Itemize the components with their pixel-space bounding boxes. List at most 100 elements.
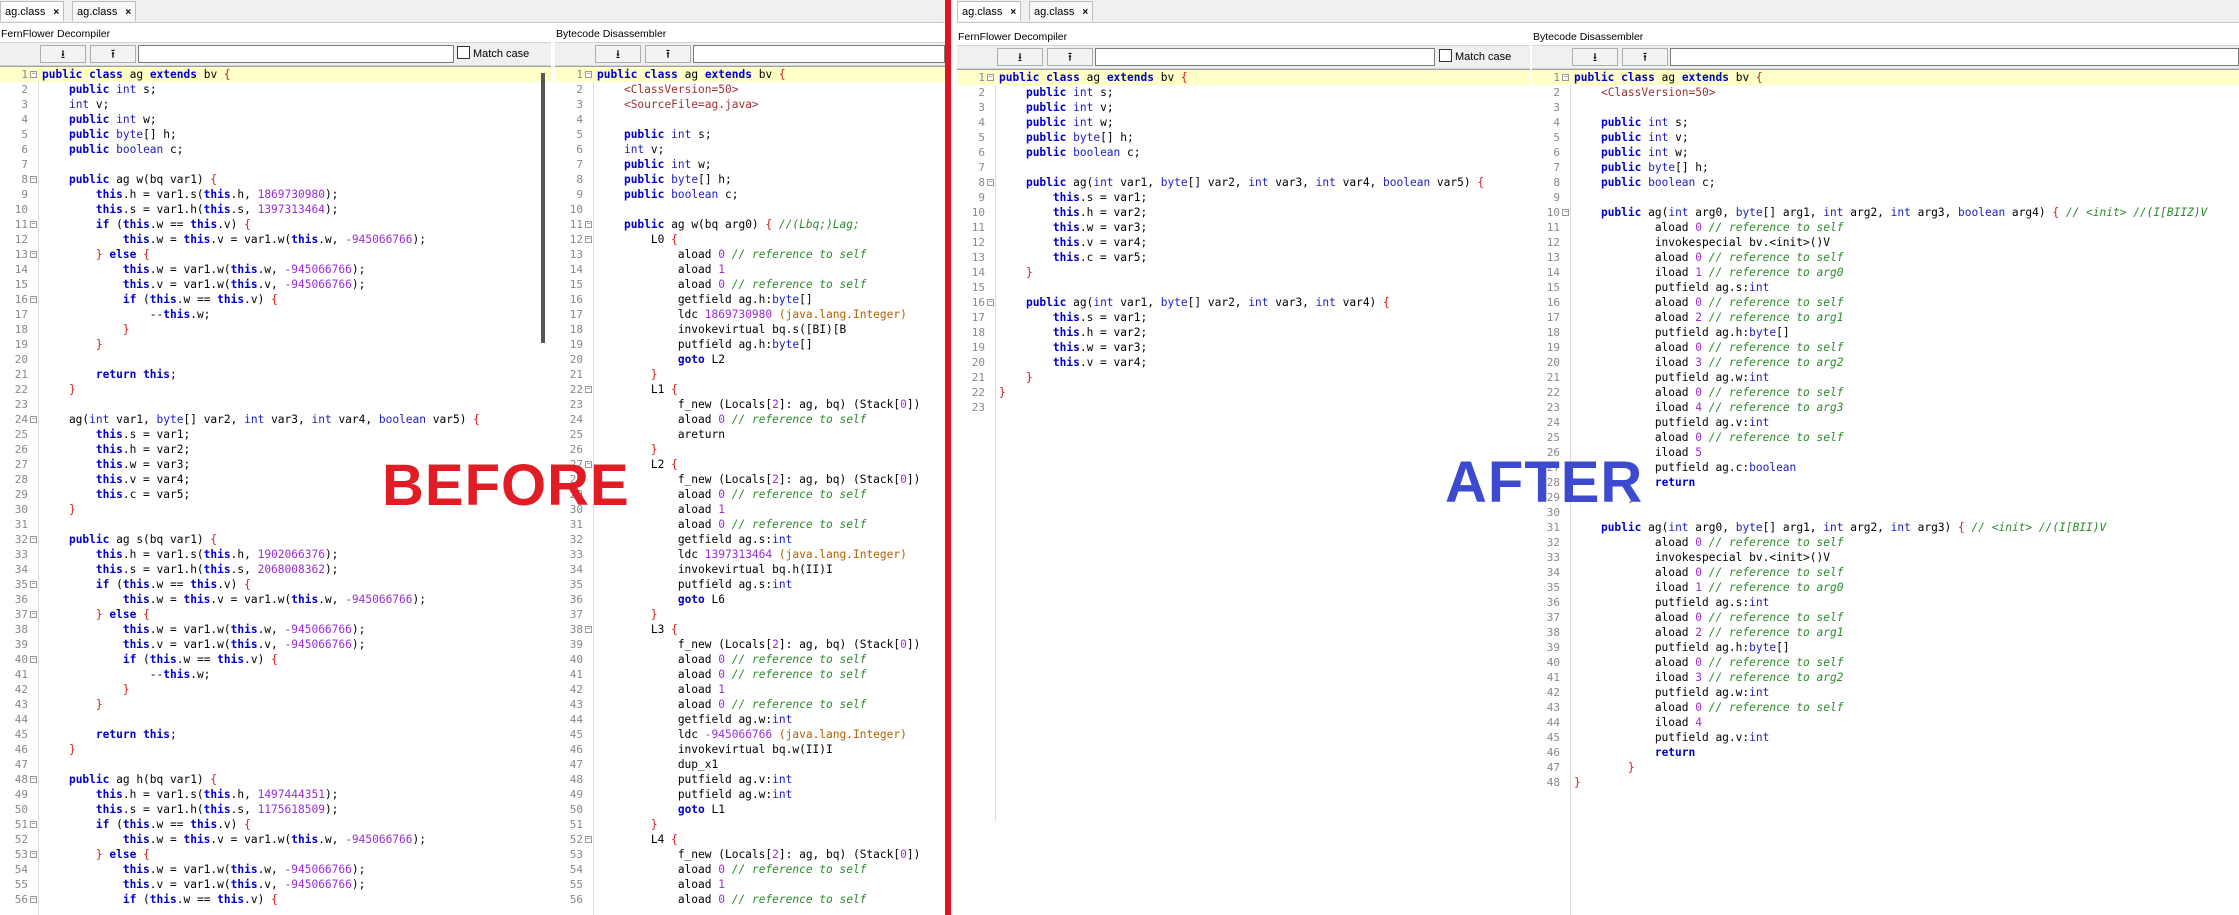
scrollbar[interactable] — [541, 73, 545, 343]
code-line[interactable]: 34 invokevirtual bq.h(II)I — [555, 562, 945, 577]
code-line[interactable]: 16− if (this.w == this.v) { — [0, 292, 551, 307]
code-line[interactable]: 23 — [0, 397, 551, 412]
checkbox-icon[interactable] — [1439, 49, 1452, 62]
code-line[interactable]: 38 this.w = var1.w(this.w, -945066766); — [0, 622, 551, 637]
code-line[interactable]: 31 aload 0 // reference to self — [555, 517, 945, 532]
fold-toggle-icon[interactable]: − — [30, 821, 37, 828]
code-editor[interactable]: 1− public class ag extends bv {2 public i… — [957, 69, 1530, 821]
code-line[interactable]: 23 — [957, 400, 1530, 415]
code-line[interactable]: 19 aload 0 // reference to self — [1532, 340, 2239, 355]
code-line[interactable]: 39 putfield ag.h:byte[] — [1532, 640, 2239, 655]
code-line[interactable]: 9 — [1532, 190, 2239, 205]
search-input[interactable] — [1095, 48, 1435, 66]
code-line[interactable]: 14 } — [957, 265, 1530, 280]
code-line[interactable]: 53 f_new (Locals[2]: ag, bq) (Stack[0]) — [555, 847, 945, 862]
code-line[interactable]: 34 this.s = var1.h(this.s, 2068008362); — [0, 562, 551, 577]
code-line[interactable]: 18 putfield ag.h:byte[] — [1532, 325, 2239, 340]
code-line[interactable]: 38− L3 { — [555, 622, 945, 637]
code-line[interactable]: 7 public int w; — [555, 157, 945, 172]
code-line[interactable]: 18 invokevirtual bq.s([BI)[B — [555, 322, 945, 337]
code-line[interactable]: 46 invokevirtual bq.w(II)I — [555, 742, 945, 757]
code-line[interactable]: 35 iload 1 // reference to arg0 — [1532, 580, 2239, 595]
code-line[interactable]: 21 return this; — [0, 367, 551, 382]
code-line[interactable]: 49 this.h = var1.s(this.h, 1497444351); — [0, 787, 551, 802]
code-line[interactable]: 2 public int s; — [0, 82, 551, 97]
code-line[interactable]: 33 invokespecial bv.<init>()V — [1532, 550, 2239, 565]
fold-toggle-icon[interactable]: − — [1562, 74, 1569, 81]
code-line[interactable]: 6 public boolean c; — [957, 145, 1530, 160]
code-line[interactable]: 4 public int w; — [957, 115, 1530, 130]
code-line[interactable]: 5 public int v; — [1532, 130, 2239, 145]
tab-ag-class-1[interactable]: ag.class × — [0, 1, 65, 21]
code-line[interactable]: 43 } — [0, 697, 551, 712]
code-line[interactable]: 47 dup_x1 — [555, 757, 945, 772]
code-line[interactable]: 35 putfield ag.s:int — [555, 577, 945, 592]
fold-toggle-icon[interactable]: − — [1562, 209, 1569, 216]
fold-toggle-icon[interactable]: − — [30, 656, 37, 663]
code-line[interactable]: 11 this.w = var3; — [957, 220, 1530, 235]
fold-toggle-icon[interactable]: − — [585, 626, 592, 633]
code-line[interactable]: 24− ag(int var1, byte[] var2, int var3, … — [0, 412, 551, 427]
code-line[interactable]: 56 aload 0 // reference to self — [555, 892, 945, 907]
close-icon[interactable]: × — [125, 7, 131, 18]
code-line[interactable]: 41 iload 3 // reference to arg2 — [1532, 670, 2239, 685]
code-area[interactable]: 1− public class ag extends bv {2 public i… — [957, 70, 1530, 821]
fold-toggle-icon[interactable]: − — [30, 71, 37, 78]
code-line[interactable]: 15 aload 0 // reference to self — [555, 277, 945, 292]
code-line[interactable]: 8 public byte[] h; — [555, 172, 945, 187]
match-case-checkbox[interactable]: Match case — [1439, 49, 1511, 65]
code-line[interactable]: 20 — [0, 352, 551, 367]
code-line[interactable]: 20 iload 3 // reference to arg2 — [1532, 355, 2239, 370]
code-line[interactable]: 32− public ag s(bq var1) { — [0, 532, 551, 547]
code-line[interactable]: 1− public class ag extends bv { — [555, 67, 945, 82]
code-line[interactable]: 22 } — [0, 382, 551, 397]
code-line[interactable]: 43 aload 0 // reference to self — [555, 697, 945, 712]
code-line[interactable]: 17 aload 2 // reference to arg1 — [1532, 310, 2239, 325]
fold-toggle-icon[interactable]: − — [30, 176, 37, 183]
upload-button[interactable]: ⭱ — [645, 45, 691, 63]
code-line[interactable]: 48 putfield ag.v:int — [555, 772, 945, 787]
code-line[interactable]: 35− if (this.w == this.v) { — [0, 577, 551, 592]
code-line[interactable]: 13− } else { — [0, 247, 551, 262]
fold-toggle-icon[interactable]: − — [585, 71, 592, 78]
code-line[interactable]: 54 this.w = var1.w(this.w, -945066766); — [0, 862, 551, 877]
code-line[interactable]: 32 getfield ag.s:int — [555, 532, 945, 547]
code-line[interactable]: 2 <ClassVersion=50> — [555, 82, 945, 97]
code-line[interactable]: 44 iload 4 — [1532, 715, 2239, 730]
code-line[interactable]: 10 this.s = var1.h(this.s, 1397313464); — [0, 202, 551, 217]
code-line[interactable]: 19 this.w = var3; — [957, 340, 1530, 355]
code-line[interactable]: 13 aload 0 // reference to self — [1532, 250, 2239, 265]
code-line[interactable]: 6 int v; — [555, 142, 945, 157]
code-line[interactable]: 51 } — [555, 817, 945, 832]
code-line[interactable]: 12 this.w = this.v = var1.w(this.w, -945… — [0, 232, 551, 247]
code-line[interactable]: 17 --this.w; — [0, 307, 551, 322]
code-line[interactable]: 23 f_new (Locals[2]: ag, bq) (Stack[0]) — [555, 397, 945, 412]
code-line[interactable]: 46 return — [1532, 745, 2239, 760]
code-line[interactable]: 7 — [957, 160, 1530, 175]
code-line[interactable]: 12 this.v = var4; — [957, 235, 1530, 250]
code-line[interactable]: 22} — [957, 385, 1530, 400]
code-line[interactable]: 49 putfield ag.w:int — [555, 787, 945, 802]
code-line[interactable]: 5 public int s; — [555, 127, 945, 142]
fold-toggle-icon[interactable]: − — [585, 221, 592, 228]
fold-toggle-icon[interactable]: − — [30, 611, 37, 618]
code-line[interactable]: 19 putfield ag.h:byte[] — [555, 337, 945, 352]
code-line[interactable]: 18 } — [0, 322, 551, 337]
code-line[interactable]: 23 iload 4 // reference to arg3 — [1532, 400, 2239, 415]
code-line[interactable]: 36 goto L6 — [555, 592, 945, 607]
code-line[interactable]: 16 getfield ag.h:byte[] — [555, 292, 945, 307]
upload-button[interactable]: ⭱ — [1047, 48, 1093, 66]
code-line[interactable]: 21 } — [957, 370, 1530, 385]
code-line[interactable]: 40 aload 0 // reference to self — [1532, 655, 2239, 670]
code-line[interactable]: 2 <ClassVersion=50> — [1532, 85, 2239, 100]
fold-toggle-icon[interactable]: − — [30, 581, 37, 588]
search-input[interactable] — [138, 45, 454, 63]
download-button[interactable]: ⭳ — [40, 45, 86, 63]
code-line[interactable]: 21 } — [555, 367, 945, 382]
code-line[interactable]: 36 putfield ag.s:int — [1532, 595, 2239, 610]
close-icon[interactable]: × — [53, 7, 59, 18]
code-line[interactable]: 39 f_new (Locals[2]: ag, bq) (Stack[0]) — [555, 637, 945, 652]
code-line[interactable]: 8− public ag(int var1, byte[] var2, int … — [957, 175, 1530, 190]
code-line[interactable]: 25 this.s = var1; — [0, 427, 551, 442]
code-line[interactable]: 10 this.h = var2; — [957, 205, 1530, 220]
